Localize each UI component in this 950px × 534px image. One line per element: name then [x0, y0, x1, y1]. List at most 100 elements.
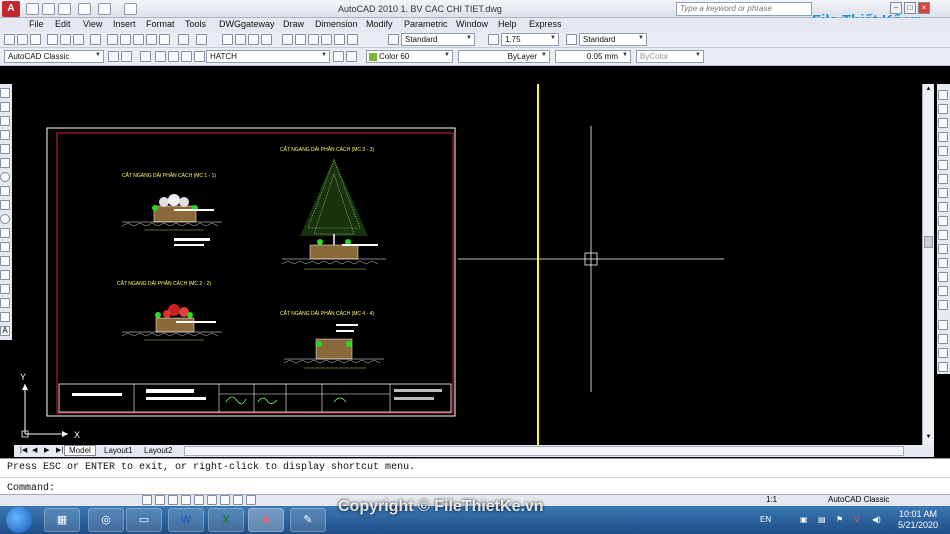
insert-block-icon[interactable] [0, 228, 10, 238]
zoom-previous-icon[interactable] [261, 34, 272, 45]
bring-front-icon[interactable] [938, 334, 948, 344]
table-icon[interactable] [0, 312, 10, 322]
polyline-icon[interactable] [0, 116, 10, 126]
layer-previous-icon[interactable] [346, 51, 357, 62]
text-style-icon[interactable] [388, 34, 399, 45]
input-language[interactable]: EN [760, 515, 771, 524]
gradient-icon[interactable] [0, 284, 10, 294]
spline-icon[interactable] [0, 200, 10, 210]
menu-window[interactable]: Window [456, 19, 488, 29]
save-icon[interactable] [30, 34, 41, 45]
region-icon[interactable] [0, 298, 10, 308]
join-icon[interactable] [938, 258, 948, 268]
menu-format[interactable]: Format [146, 19, 175, 29]
menu-help[interactable]: Help [498, 19, 517, 29]
horizontal-scrollbar[interactable] [184, 446, 904, 456]
draw-order-icon[interactable] [938, 320, 948, 330]
scroll-up-icon[interactable]: ▲ [924, 86, 933, 94]
scale-icon[interactable] [938, 188, 948, 198]
markup-icon[interactable] [334, 34, 345, 45]
break-icon[interactable] [938, 244, 948, 254]
scroll-down-icon[interactable]: ▼ [924, 434, 933, 442]
tab-model[interactable]: Model [64, 445, 96, 456]
workspace-status[interactable]: AutoCAD Classic [828, 495, 889, 504]
plot-icon[interactable] [124, 3, 137, 15]
taskbar-explorer-icon[interactable]: ▭ [126, 508, 162, 532]
menu-modify[interactable]: Modify [366, 19, 393, 29]
menu-edit[interactable]: Edit [55, 19, 71, 29]
publish-icon[interactable] [73, 34, 84, 45]
taskbar-chrome-icon[interactable]: ◎ [88, 508, 124, 532]
pan-icon[interactable] [222, 34, 233, 45]
table-style-select[interactable]: Standard [579, 33, 647, 46]
text-front-icon[interactable] [938, 362, 948, 372]
tab-layout2[interactable]: Layout2 [140, 446, 176, 455]
taskbar-word-icon[interactable]: W [168, 508, 204, 532]
point-icon[interactable] [0, 256, 10, 266]
match-properties-icon[interactable] [146, 34, 157, 45]
tray-flag-icon[interactable]: ⚑ [836, 515, 843, 524]
open-icon[interactable] [17, 34, 28, 45]
tray-network-icon[interactable]: ▤ [818, 515, 826, 524]
scroll-thumb[interactable] [924, 236, 933, 248]
taskbar-app-1-icon[interactable]: ▦ [44, 508, 80, 532]
polygon-icon[interactable] [0, 130, 10, 140]
undo-icon[interactable] [178, 34, 189, 45]
design-center-icon[interactable] [295, 34, 306, 45]
extend-icon[interactable] [938, 230, 948, 240]
ellipse-icon[interactable] [0, 214, 10, 224]
block-editor-icon[interactable] [159, 34, 170, 45]
make-block-icon[interactable] [0, 242, 10, 252]
paste-icon[interactable] [133, 34, 144, 45]
menu-tools[interactable]: Tools [185, 19, 206, 29]
dyn-icon[interactable] [233, 495, 243, 505]
save-icon[interactable] [58, 3, 71, 15]
command-prompt[interactable]: Command: [7, 483, 55, 494]
preview-icon[interactable] [60, 34, 71, 45]
tool-palettes-icon[interactable] [308, 34, 319, 45]
snap-icon[interactable] [142, 495, 152, 505]
redo-icon[interactable] [98, 3, 111, 15]
send-back-icon[interactable] [938, 348, 948, 358]
rectangle-icon[interactable] [0, 144, 10, 154]
open-file-icon[interactable] [42, 3, 55, 15]
tab-layout1[interactable]: Layout1 [100, 446, 136, 455]
tray-device-icon[interactable]: ▣ [800, 515, 808, 524]
sheet-set-icon[interactable] [321, 34, 332, 45]
menu-dimension[interactable]: Dimension [315, 19, 358, 29]
move-icon[interactable] [938, 160, 948, 170]
construction-line-icon[interactable] [0, 102, 10, 112]
menu-insert[interactable]: Insert [113, 19, 136, 29]
polar-icon[interactable] [181, 495, 191, 505]
layer-on-icon[interactable] [155, 51, 166, 62]
help-search-input[interactable]: Type a keyword or phrase [676, 2, 812, 16]
osnap-icon[interactable] [194, 495, 204, 505]
3d-print-icon[interactable] [90, 34, 101, 45]
table-style-icon[interactable] [566, 34, 577, 45]
make-current-layer-icon[interactable] [333, 51, 344, 62]
erase-icon[interactable] [938, 90, 948, 100]
model-space-canvas[interactable]: CẮT NGANG DẢI PHÂN CÁCH (MC 1 - 1) CẮT N… [14, 84, 934, 445]
taskbar-excel-icon[interactable]: X [208, 508, 244, 532]
lwt-icon[interactable] [246, 495, 256, 505]
trim-icon[interactable] [938, 216, 948, 226]
layer-freeze-icon[interactable] [168, 51, 179, 62]
menu-view[interactable]: View [83, 19, 102, 29]
line-tool-icon[interactable] [0, 88, 10, 98]
plotstyle-select[interactable]: ByColor [636, 50, 704, 63]
workspace-save-icon[interactable] [121, 51, 132, 62]
tray-antivirus-icon[interactable]: V [854, 515, 859, 524]
offset-icon[interactable] [938, 132, 948, 142]
dim-style-icon[interactable] [488, 34, 499, 45]
copy-icon[interactable] [120, 34, 131, 45]
workspace-select[interactable]: AutoCAD Classic [4, 50, 104, 63]
color-select[interactable]: Color 60 [366, 50, 453, 63]
menu-draw[interactable]: Draw [283, 19, 304, 29]
redo-icon[interactable] [196, 34, 207, 45]
quickcalc-icon[interactable] [347, 34, 358, 45]
vertical-scrollbar[interactable]: ▲ ▼ [922, 84, 934, 445]
workspace-settings-icon[interactable] [108, 51, 119, 62]
cut-icon[interactable] [107, 34, 118, 45]
arc-icon[interactable] [0, 158, 10, 168]
grid-icon[interactable] [155, 495, 165, 505]
